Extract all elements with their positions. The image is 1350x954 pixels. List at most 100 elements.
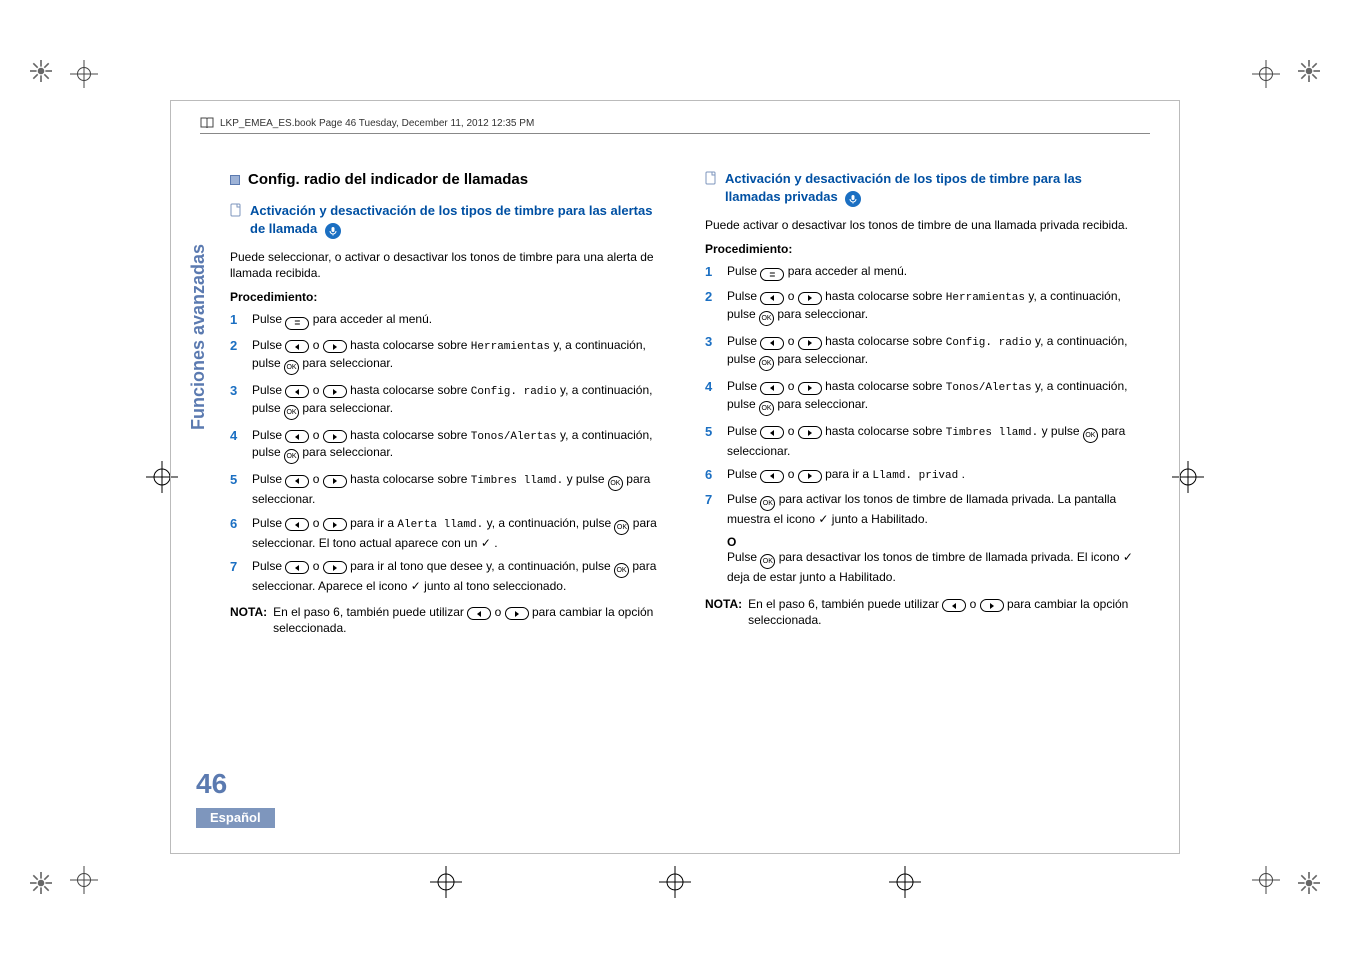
running-head-text: LKP_EMEA_ES.book Page 46 Tuesday, Decemb…: [220, 118, 534, 129]
section-title: Config. radio del indicador de llamadas: [248, 170, 528, 190]
section-marker-icon: [230, 175, 240, 185]
subheading-left: Activación y desactivación de los tipos …: [230, 202, 665, 239]
book-icon: [200, 116, 214, 130]
registration-mark-icon: [659, 866, 691, 898]
sub-title-left: Activación y desactivación de los tipos …: [250, 203, 652, 236]
right-key-icon: [798, 470, 822, 483]
right-column: Activación y desactivación de los tipos …: [705, 170, 1140, 804]
right-key-icon: [798, 337, 822, 350]
step-3: Pulse o hasta colocarse sobre Config. ra…: [230, 382, 665, 420]
note-label: NOTA:: [705, 596, 742, 629]
menu-key-icon: ≣: [285, 317, 309, 330]
right-key-icon: [323, 518, 347, 531]
crop-mark-icon: [70, 866, 98, 894]
or-separator: O: [727, 534, 1140, 550]
step-2: Pulse o hasta colocarse sobre Herramient…: [230, 337, 665, 375]
left-key-icon: [285, 430, 309, 443]
step-4: Pulse o hasta colocarse sobre Tonos/Aler…: [705, 378, 1140, 416]
left-key-icon: [760, 426, 784, 439]
ok-key-icon: OK: [284, 360, 299, 375]
feature-badge-icon: [325, 223, 341, 239]
note-right: NOTA: En el paso 6, también puede utiliz…: [705, 596, 1140, 629]
left-key-icon: [285, 518, 309, 531]
right-key-icon: [323, 475, 347, 488]
proc-label-right: Procedimiento:: [705, 241, 1140, 257]
intro-left: Puede seleccionar, o activar o desactiva…: [230, 249, 665, 281]
ok-key-icon: OK: [614, 520, 629, 535]
language-badge: Español: [196, 808, 275, 828]
sub-title-right: Activación y desactivación de los tipos …: [725, 171, 1082, 204]
right-key-icon: [323, 561, 347, 574]
step-2: Pulse o hasta colocarse sobre Herramient…: [705, 288, 1140, 326]
check-icon: ✓: [1123, 550, 1133, 564]
right-key-icon: [798, 382, 822, 395]
left-key-icon: [760, 382, 784, 395]
print-pinwheel-icon: [1298, 872, 1320, 894]
registration-mark-icon: [889, 866, 921, 898]
step-5: Pulse o hasta colocarse sobre Timbres ll…: [705, 423, 1140, 459]
subheading-right: Activación y desactivación de los tipos …: [705, 170, 1140, 207]
right-key-icon: [323, 385, 347, 398]
doc-marker-icon: [705, 171, 717, 207]
step-7-alt: Pulse OK para desactivar los tonos de ti…: [705, 549, 1140, 585]
feature-badge-icon: [845, 191, 861, 207]
step-7: Pulse OK para activar los tonos de timbr…: [705, 491, 1140, 527]
left-key-icon: [285, 561, 309, 574]
left-key-icon: [285, 340, 309, 353]
check-icon: ✓: [411, 579, 421, 593]
step-3: Pulse o hasta colocarse sobre Config. ra…: [705, 333, 1140, 371]
left-key-icon: [760, 470, 784, 483]
page-number: 46: [196, 768, 227, 800]
ok-key-icon: OK: [760, 496, 775, 511]
crop-mark-icon: [1252, 866, 1280, 894]
ok-key-icon: OK: [284, 449, 299, 464]
note-label: NOTA:: [230, 604, 267, 637]
running-head: LKP_EMEA_ES.book Page 46 Tuesday, Decemb…: [200, 116, 1150, 134]
step-1: Pulse ≣ para acceder al menú.: [705, 263, 1140, 282]
crop-mark-icon: [1252, 60, 1280, 88]
ok-key-icon: OK: [760, 554, 775, 569]
right-key-icon: [505, 607, 529, 620]
print-pinwheel-icon: [30, 60, 52, 82]
left-column: Config. radio del indicador de llamadas …: [230, 170, 665, 804]
left-key-icon: [942, 599, 966, 612]
right-key-icon: [798, 292, 822, 305]
side-tab-label: Funciones avanzadas: [188, 244, 209, 430]
registration-mark-icon: [430, 866, 462, 898]
left-key-icon: [285, 385, 309, 398]
ok-key-icon: OK: [614, 563, 629, 578]
left-key-icon: [760, 292, 784, 305]
step-1: Pulse ≣ para acceder al menú.: [230, 311, 665, 330]
ok-key-icon: OK: [759, 401, 774, 416]
step-4: Pulse o hasta colocarse sobre Tonos/Aler…: [230, 427, 665, 465]
ok-key-icon: OK: [759, 311, 774, 326]
print-pinwheel-icon: [1298, 60, 1320, 82]
step-6: Pulse o para ir a Alerta llamd. y, a con…: [230, 515, 665, 551]
step-6: Pulse o para ir a Llamd. privad .: [705, 466, 1140, 484]
intro-right: Puede activar o desactivar los tonos de …: [705, 217, 1140, 233]
ok-key-icon: OK: [1083, 428, 1098, 443]
step-5: Pulse o hasta colocarse sobre Timbres ll…: [230, 471, 665, 507]
section-heading: Config. radio del indicador de llamadas: [230, 170, 665, 190]
check-icon: ✓: [481, 536, 491, 550]
right-key-icon: [798, 426, 822, 439]
crop-mark-icon: [70, 60, 98, 88]
steps-right: Pulse ≣ para acceder al menú. Pulse o ha…: [705, 263, 1140, 527]
note-left: NOTA: En el paso 6, también puede utiliz…: [230, 604, 665, 637]
doc-marker-icon: [230, 203, 242, 239]
left-key-icon: [467, 607, 491, 620]
ok-key-icon: OK: [608, 476, 623, 491]
ok-key-icon: OK: [759, 356, 774, 371]
left-key-icon: [285, 475, 309, 488]
left-key-icon: [760, 337, 784, 350]
proc-label-left: Procedimiento:: [230, 289, 665, 305]
check-icon: ✓: [818, 512, 828, 526]
step-7: Pulse o para ir al tono que desee y, a c…: [230, 558, 665, 594]
print-pinwheel-icon: [30, 872, 52, 894]
right-key-icon: [323, 430, 347, 443]
menu-key-icon: ≣: [760, 268, 784, 281]
steps-left: Pulse ≣ para acceder al menú. Pulse o ha…: [230, 311, 665, 594]
right-key-icon: [323, 340, 347, 353]
ok-key-icon: OK: [284, 405, 299, 420]
right-key-icon: [980, 599, 1004, 612]
